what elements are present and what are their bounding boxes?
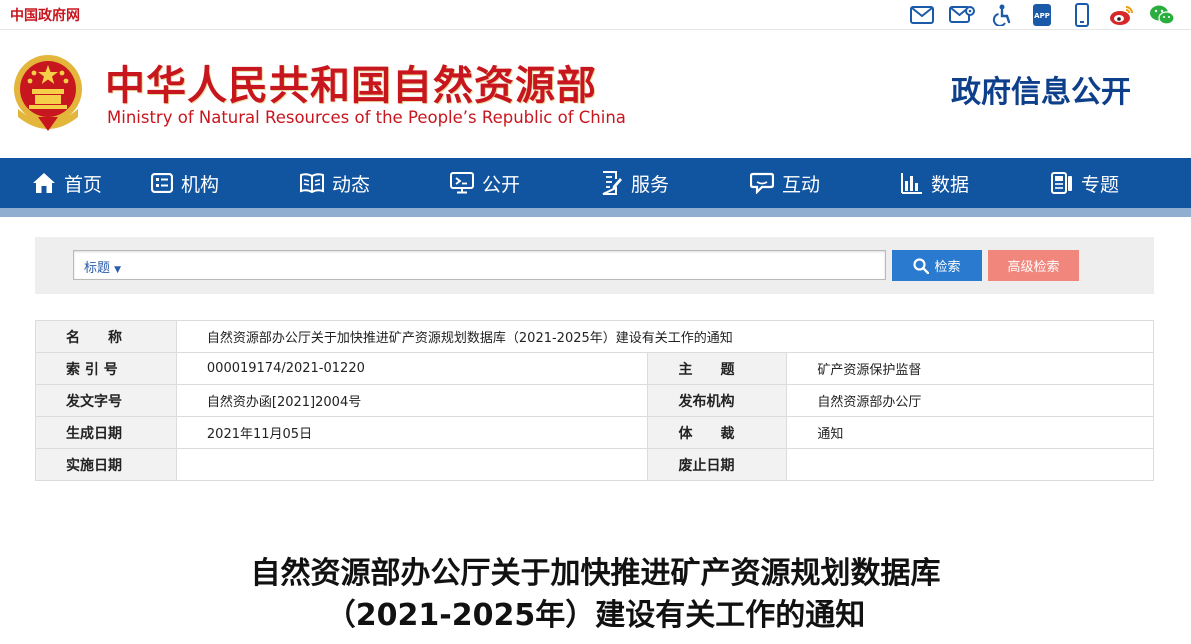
search-scope-dropdown[interactable]: 标题 ▼ bbox=[84, 257, 121, 276]
home-icon bbox=[32, 173, 55, 193]
search-field: 标题 ▼ bbox=[73, 250, 886, 280]
gov-site-link[interactable]: 中国政府网 bbox=[10, 5, 80, 25]
nav-item-label: 专题 bbox=[1080, 173, 1119, 196]
article-title: 自然资源部办公厅关于加快推进矿产资源规划数据库 （2021-2025年）建设有关… bbox=[0, 553, 1191, 637]
organization-icon bbox=[150, 173, 173, 193]
nav-item-service[interactable]: 服务 bbox=[560, 158, 710, 208]
meta-label-index: 索 引 号 bbox=[35, 352, 177, 385]
meta-label-publisher: 发布机构 bbox=[647, 384, 788, 417]
nav-item-data[interactable]: 数据 bbox=[860, 158, 1010, 208]
nav-item-organization[interactable]: 机构 bbox=[110, 158, 260, 208]
meta-label-name: 名 称 bbox=[35, 320, 177, 353]
search-button-label: 检索 bbox=[934, 260, 961, 275]
advanced-search-button[interactable]: 高级检索 bbox=[988, 250, 1079, 281]
meta-label-created: 生成日期 bbox=[35, 416, 177, 449]
nav-item-disclosure[interactable]: 公开 bbox=[410, 158, 560, 208]
bar-chart-icon bbox=[900, 173, 922, 194]
section-title: 政府信息公开 bbox=[951, 75, 1131, 110]
meta-value-effective bbox=[175, 448, 649, 481]
nav-item-label: 动态 bbox=[331, 173, 370, 196]
meta-label-expiry: 废止日期 bbox=[647, 448, 788, 481]
meta-value-index: 000019174/2021-01220 bbox=[175, 352, 649, 385]
table-row: 名 称 自然资源部办公厅关于加快推进矿产资源规划数据库（2021-2025年）建… bbox=[35, 320, 1155, 353]
top-bar: 中国政府网 APP bbox=[0, 0, 1191, 30]
caret-down-icon: ▼ bbox=[114, 265, 122, 275]
meta-value-name: 自然资源部办公厅关于加快推进矿产资源规划数据库（2021-2025年）建设有关工… bbox=[175, 320, 1155, 353]
svg-text:APP: APP bbox=[1034, 12, 1050, 20]
nav-item-label: 数据 bbox=[930, 173, 969, 196]
document-meta-table: 名 称 自然资源部办公厅关于加快推进矿产资源规划数据库（2021-2025年）建… bbox=[35, 320, 1155, 481]
wechat-icon[interactable] bbox=[1149, 2, 1175, 28]
search-scope-label: 标题 bbox=[84, 261, 111, 276]
chat-icon bbox=[749, 172, 774, 194]
meta-label-topic: 主 题 bbox=[647, 352, 788, 385]
meta-label-doc-number: 发文字号 bbox=[35, 384, 177, 417]
nav-item-label: 首页 bbox=[63, 173, 102, 196]
accessibility-icon[interactable] bbox=[989, 2, 1015, 28]
top-icon-group: APP bbox=[909, 2, 1175, 28]
monitor-icon bbox=[449, 172, 474, 194]
national-emblem-icon bbox=[10, 51, 86, 133]
app-icon[interactable]: APP bbox=[1029, 2, 1055, 28]
search-button[interactable]: 检索 bbox=[892, 250, 982, 281]
mail-settings-icon[interactable] bbox=[949, 2, 975, 28]
nav-item-label: 公开 bbox=[481, 173, 520, 196]
meta-value-doc-number: 自然资办函[2021]2004号 bbox=[175, 384, 649, 417]
table-row: 实施日期 废止日期 bbox=[35, 448, 1154, 481]
article-title-line: 自然资源部办公厅关于加快推进矿产资源规划数据库 bbox=[250, 556, 941, 591]
weibo-icon[interactable] bbox=[1109, 2, 1135, 28]
meta-label-effective: 实施日期 bbox=[35, 448, 177, 481]
meta-value-publisher: 自然资源部办公厅 bbox=[786, 384, 1154, 417]
nav-item-topics[interactable]: 专题 bbox=[1010, 158, 1160, 208]
nav-item-label: 服务 bbox=[630, 173, 669, 196]
table-row: 发文字号 自然资办函[2021]2004号 发布机构 自然资源部办公厅 bbox=[35, 384, 1154, 417]
table-row: 生成日期 2021年11月05日 体 裁 通知 bbox=[35, 416, 1154, 449]
nav-underline bbox=[0, 208, 1191, 217]
mobile-icon[interactable] bbox=[1069, 2, 1095, 28]
nav-item-label: 机构 bbox=[180, 173, 219, 196]
nav-item-news[interactable]: 动态 bbox=[260, 158, 410, 208]
mail-icon[interactable] bbox=[909, 2, 935, 28]
site-header: 中华人民共和国自然资源部 Ministry of Natural Resourc… bbox=[0, 31, 1191, 158]
nav-item-label: 互动 bbox=[781, 173, 820, 196]
search-input[interactable] bbox=[144, 253, 874, 277]
topic-icon bbox=[1050, 172, 1072, 194]
site-title-cn: 中华人民共和国自然资源部 bbox=[105, 63, 597, 109]
table-row: 索 引 号 000019174/2021-01220 主 题 矿产资源保护监督 bbox=[35, 352, 1154, 385]
nav-item-home[interactable]: 首页 bbox=[0, 158, 110, 208]
search-panel: 标题 ▼ 检索 高级检索 bbox=[35, 237, 1154, 294]
document-edit-icon bbox=[602, 171, 622, 195]
search-icon bbox=[913, 257, 930, 274]
main-nav: 首页 机构 动态 公开 服务 互动 数据 专题 bbox=[0, 158, 1191, 208]
nav-item-interaction[interactable]: 互动 bbox=[710, 158, 860, 208]
meta-value-created: 2021年11月05日 bbox=[175, 416, 649, 449]
book-icon bbox=[299, 173, 324, 193]
meta-value-expiry bbox=[786, 448, 1154, 481]
meta-value-topic: 矿产资源保护监督 bbox=[786, 352, 1154, 385]
meta-value-genre: 通知 bbox=[786, 416, 1154, 449]
meta-label-genre: 体 裁 bbox=[647, 416, 788, 449]
site-title-en: Ministry of Natural Resources of the Peo… bbox=[107, 108, 626, 127]
article-title-line: （2021-2025年）建设有关工作的通知 bbox=[325, 598, 866, 633]
